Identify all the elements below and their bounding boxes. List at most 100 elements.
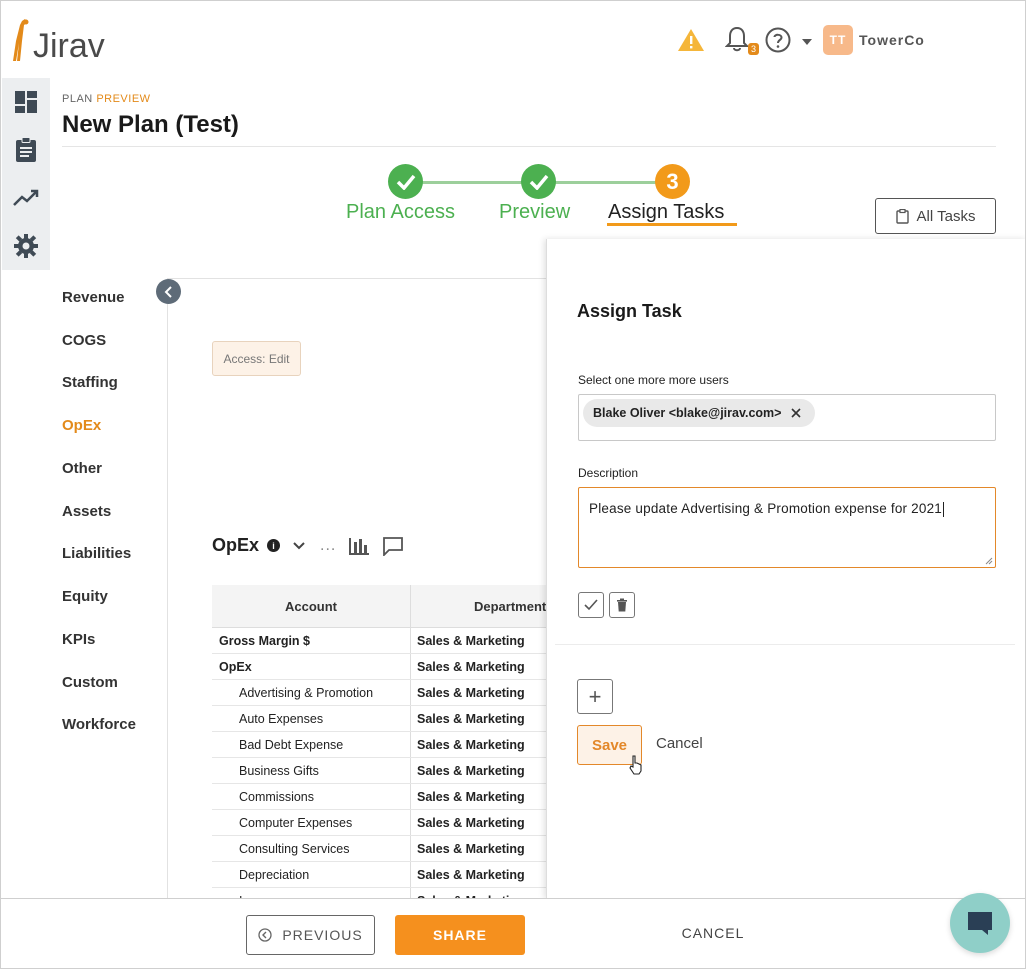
nav-item-liabilities[interactable]: Liabilities [62,545,131,562]
step-3-number[interactable]: 3 [655,164,690,199]
nav-divider [167,279,168,899]
department-cell: Sales & Marketing [417,789,525,804]
opex-title: OpEx [212,535,260,555]
header-divider [62,146,996,147]
selected-user-chip: Blake Oliver <blake@jirav.com> [583,399,816,427]
step-preview[interactable]: Preview [499,201,570,224]
account-cell: Consulting Services [212,836,411,861]
footer-bar: PREVIOUS SHARE CANCEL [1,898,1025,968]
trash-icon [617,598,627,612]
table-row[interactable]: Consulting Services Sales & Marketing [212,836,548,862]
table-header: Account Department [212,585,548,628]
trend-chart-icon[interactable] [2,174,50,222]
check-icon [396,174,415,190]
cancel-link[interactable]: Cancel [656,735,703,752]
delete-task-button[interactable] [609,592,635,618]
nav-item-revenue[interactable]: Revenue [62,289,125,306]
giraffe-icon [13,19,29,61]
opex-table: Account Department Gross Margin $ Sales &… [212,585,548,899]
more-options-button[interactable]: ... [320,537,336,555]
department-cell: Sales & Marketing [417,841,525,856]
cancel-button[interactable]: CANCEL [666,925,760,941]
pointer-cursor-icon [629,755,642,775]
resize-handle-icon[interactable] [985,557,993,565]
nav-item-cogs[interactable]: COGS [62,332,106,349]
department-cell: Sales & Marketing [417,763,525,778]
gear-icon[interactable] [2,222,50,270]
all-tasks-button[interactable]: All Tasks [875,198,996,234]
step-connector-1 [421,181,523,184]
step-1-check[interactable] [388,164,423,199]
table-row[interactable]: Auto Expenses Sales & Marketing [212,706,548,732]
table-body: Gross Margin $ Sales & Marketing OpEx Sales… [212,628,548,899]
add-task-button[interactable]: + [577,679,613,714]
nav-item-kpis[interactable]: KPIs [62,631,95,648]
confirm-task-button[interactable] [578,592,604,618]
panel-divider [555,644,1015,645]
collapse-sidebar-button[interactable] [156,279,181,304]
nav-item-equity[interactable]: Equity [62,588,108,605]
chevron-down-icon[interactable] [801,34,813,46]
account-cell: OpEx [212,654,411,679]
chevron-down-icon[interactable] [292,541,306,551]
breadcrumb-preview: PREVIEW [96,93,151,105]
step-2-check[interactable] [521,164,556,199]
info-icon[interactable]: i [267,539,281,552]
content-top-divider [167,278,547,279]
account-cell: Computer Expenses [212,810,411,835]
close-icon[interactable] [791,408,802,418]
column-header-account[interactable]: Account [212,585,411,627]
active-step-underline [607,223,737,226]
users-select[interactable]: Blake Oliver <blake@jirav.com> [578,394,996,441]
step-assign-tasks[interactable]: Assign Tasks [608,201,724,224]
account-cell: Advertising & Promotion [212,680,411,705]
notifications-button[interactable]: 3 [724,25,759,55]
nav-item-other[interactable]: Other [62,460,102,477]
department-cell: Sales & Marketing [417,815,525,830]
account-cell: Commissions [212,784,411,809]
nav-item-custom[interactable]: Custom [62,674,118,691]
table-row[interactable]: Gross Margin $ Sales & Marketing [212,628,548,654]
share-button[interactable]: SHARE [395,915,525,955]
nav-item-opex[interactable]: OpEx [62,417,101,434]
description-value: Please update Advertising & Promotion ex… [589,501,943,516]
table-row[interactable]: Commissions Sales & Marketing [212,784,548,810]
table-row[interactable]: Computer Expenses Sales & Marketing [212,810,548,836]
account-cell: Auto Expenses [212,706,411,731]
table-row[interactable]: Business Gifts Sales & Marketing [212,758,548,784]
table-row[interactable]: Bad Debt Expense Sales & Marketing [212,732,548,758]
nav-item-staffing[interactable]: Staffing [62,374,118,391]
jirav-logo[interactable]: Jirav [11,17,105,63]
avatar[interactable]: TT [823,25,853,55]
top-toolbar: 3 TT TowerCo [677,23,925,57]
table-row[interactable]: Advertising & Promotion Sales & Marketing [212,680,548,706]
comment-icon[interactable] [382,536,404,556]
company-name[interactable]: TowerCo [859,32,925,48]
all-tasks-label: All Tasks [916,207,976,225]
warning-icon[interactable] [677,26,705,54]
clipboard-icon[interactable] [2,126,50,174]
account-cell: Business Gifts [212,758,411,783]
clipboard-icon [895,208,909,224]
column-header-department[interactable]: Department [411,585,548,627]
bar-chart-icon[interactable] [348,536,370,556]
department-cell: Sales & Marketing [417,633,525,648]
text-caret [943,501,945,517]
step-connector-2 [553,181,657,184]
previous-button[interactable]: PREVIOUS [246,915,375,955]
dashboard-icon[interactable] [2,78,50,126]
department-cell: Sales & Marketing [417,659,525,674]
description-label: Description [578,466,639,480]
table-row[interactable]: Depreciation Sales & Marketing [212,862,548,888]
step-plan-access[interactable]: Plan Access [346,201,455,224]
notification-count-badge: 3 [748,43,759,55]
nav-item-assets[interactable]: Assets [62,503,111,520]
chat-launcher-button[interactable] [950,893,1010,953]
nav-item-workforce[interactable]: Workforce [62,716,136,733]
table-row[interactable]: OpEx Sales & Marketing [212,654,548,680]
description-textarea[interactable]: Please update Advertising & Promotion ex… [578,487,996,568]
breadcrumb-plan: PLAN [62,93,93,105]
account-cell: Gross Margin $ [212,628,411,653]
help-icon[interactable] [765,27,791,53]
breadcrumb: PLAN PREVIEW [62,93,151,105]
